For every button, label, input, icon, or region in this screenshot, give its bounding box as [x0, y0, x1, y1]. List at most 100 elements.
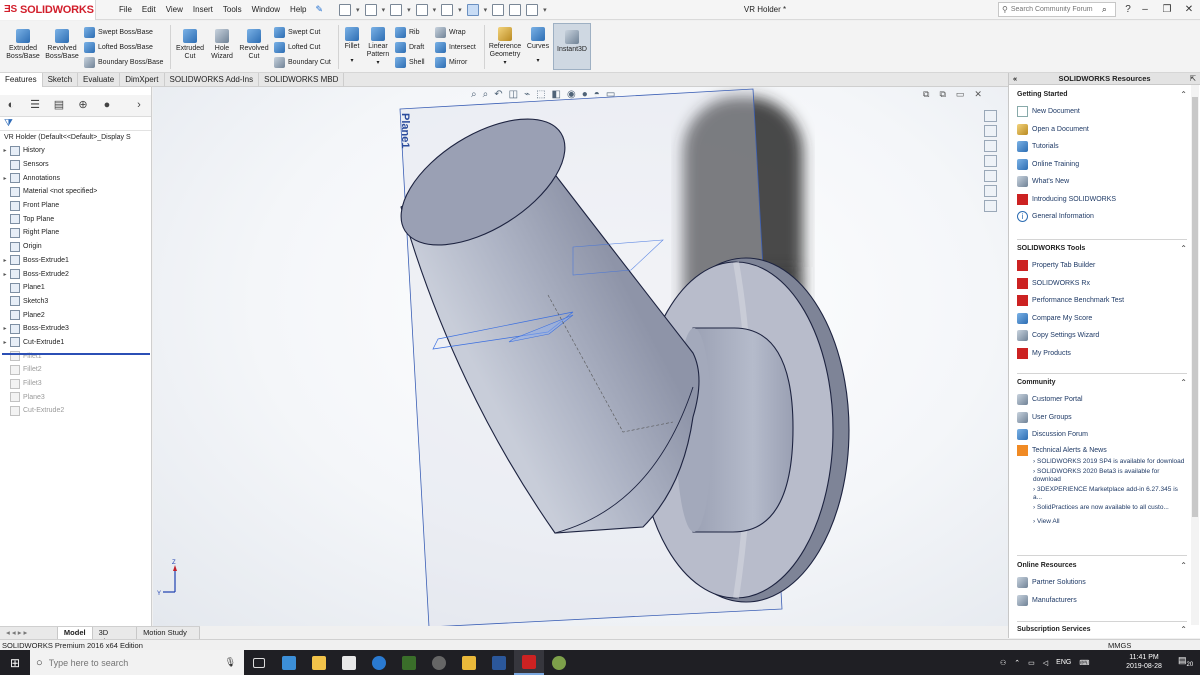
file-properties-icon[interactable]: [509, 3, 522, 16]
collapse-pane-icon[interactable]: «: [1013, 73, 1017, 85]
dimxpert-manager-icon[interactable]: ⊕: [76, 99, 90, 112]
link-performance-benchmark[interactable]: Performance Benchmark Test: [1017, 292, 1187, 310]
taskbar-search[interactable]: ○ 🎙: [30, 650, 244, 675]
show-hidden-icons[interactable]: ⌃: [1014, 659, 1020, 667]
boundary-boss-button[interactable]: Boundary Boss/Base: [84, 57, 163, 68]
photos-icon[interactable]: [454, 650, 484, 675]
news-item-4[interactable]: › SolidPractices are now available to al…: [1017, 504, 1187, 512]
view-orientation-icon[interactable]: ⬚: [536, 89, 545, 100]
extruded-boss-button[interactable]: Extruded Boss/Base: [4, 29, 42, 61]
maximize-button[interactable]: ❐: [1160, 3, 1174, 17]
link-compare-my-score[interactable]: Compare My Score: [1017, 310, 1187, 328]
save-icon[interactable]: [390, 3, 403, 16]
fillet-dropdown-icon[interactable]: ▾: [341, 57, 363, 65]
tree-root-part[interactable]: VR Holder (Default<<Default>_Display S: [0, 131, 151, 144]
revolved-cut-button[interactable]: Revolved Cut: [238, 29, 270, 61]
link-online-training[interactable]: Online Training: [1017, 156, 1187, 174]
link-discussion-forum[interactable]: Discussion Forum: [1017, 426, 1187, 444]
expand-arrow-icon[interactable]: ▸: [0, 257, 10, 264]
print-dropdown-icon[interactable]: ▾: [433, 6, 437, 14]
viewport-restore-icon[interactable]: ⧉: [923, 89, 929, 100]
display-manager-icon[interactable]: ●: [100, 99, 114, 112]
intersect-button[interactable]: Intersect: [435, 42, 476, 53]
pin-pane-icon[interactable]: ⇱: [1190, 73, 1196, 85]
viewport-tile-icon[interactable]: ⧉: [939, 89, 945, 100]
tab-evaluate[interactable]: Evaluate: [78, 73, 121, 87]
undo-icon[interactable]: [441, 3, 454, 16]
viewport-minimize-icon[interactable]: ▭: [956, 89, 965, 100]
expand-arrow-icon[interactable]: ▸: [0, 271, 10, 278]
taskbar-search-input[interactable]: [48, 657, 219, 668]
tab-3d-views[interactable]: 3D Views: [93, 627, 138, 646]
link-my-products[interactable]: My Products: [1017, 345, 1187, 363]
microphone-icon[interactable]: 🎙: [225, 657, 236, 668]
edit-appearance-icon[interactable]: ●: [582, 89, 588, 100]
clock[interactable]: 11:41 PM 2019-08-28: [1122, 653, 1166, 671]
select-dropdown-icon[interactable]: ▾: [484, 6, 488, 14]
menu-file[interactable]: File: [114, 5, 137, 14]
menu-edit[interactable]: Edit: [137, 5, 161, 14]
shell-button[interactable]: Shell: [395, 57, 425, 68]
select-icon[interactable]: [466, 3, 479, 16]
tree-item[interactable]: Plane1: [0, 281, 151, 295]
dreamweaver-icon[interactable]: [394, 650, 424, 675]
action-center-icon[interactable]: ▤20: [1178, 655, 1193, 668]
tree-item[interactable]: Fillet1: [0, 349, 151, 363]
linear-pattern-dropdown-icon[interactable]: ▾: [364, 59, 392, 67]
news-item-3[interactable]: › 3DEXPERIENCE Marketplace add-in 6.27.3…: [1017, 486, 1187, 502]
expand-arrow-icon[interactable]: ▸: [0, 147, 10, 154]
minimize-button[interactable]: –: [1138, 3, 1152, 17]
word-icon[interactable]: [484, 650, 514, 675]
edge-icon[interactable]: [364, 650, 394, 675]
link-whats-new[interactable]: What's New: [1017, 173, 1187, 191]
solidworks-logo[interactable]: ƎS SOLIDWORKS: [0, 0, 96, 20]
zoom-to-fit-icon[interactable]: ⌕: [471, 89, 477, 100]
rib-button[interactable]: Rib: [395, 27, 420, 38]
link-customer-portal[interactable]: Customer Portal: [1017, 391, 1187, 409]
search-community-forum[interactable]: ⚲ ⌕: [998, 2, 1116, 17]
view-all-link[interactable]: › View All: [1017, 518, 1187, 526]
tab-features[interactable]: Features: [0, 73, 43, 87]
curves-dropdown-icon[interactable]: ▾: [524, 57, 552, 65]
apply-scene-icon[interactable]: ◓: [594, 89, 600, 100]
options-icon[interactable]: [526, 3, 539, 16]
volume-icon[interactable]: ◁: [1043, 659, 1048, 667]
menu-view[interactable]: View: [161, 5, 188, 14]
rebuild-icon[interactable]: [492, 3, 505, 16]
tab-model[interactable]: Model: [57, 627, 93, 639]
new-dropdown-icon[interactable]: ▾: [356, 6, 360, 14]
featuremanager-tree-icon[interactable]: ◐: [4, 99, 18, 112]
link-copy-settings-wizard[interactable]: Copy Settings Wizard: [1017, 327, 1187, 345]
tab-sketch[interactable]: Sketch: [43, 73, 79, 87]
tree-item[interactable]: Plane3: [0, 390, 151, 404]
hole-wizard-button[interactable]: Hole Wizard: [206, 29, 238, 61]
open-dropdown-icon[interactable]: ▾: [382, 6, 386, 14]
pin-menu-icon[interactable]: ✎: [316, 4, 324, 15]
link-partner-solutions[interactable]: Partner Solutions: [1017, 574, 1187, 592]
model-view[interactable]: Plane1 Z Y: [153, 87, 1008, 626]
zoom-to-area-icon[interactable]: ⌕: [483, 89, 489, 100]
task-view-icon[interactable]: [244, 650, 274, 675]
menu-help[interactable]: Help: [285, 5, 311, 14]
collapse-section-icon[interactable]: ⌃: [1180, 561, 1187, 570]
lofted-cut-button[interactable]: Lofted Cut: [274, 42, 320, 53]
file-explorer-tab-icon[interactable]: [984, 140, 997, 152]
tree-item[interactable]: ▸ Boss-Extrude1: [0, 254, 151, 268]
xbox-icon[interactable]: [424, 650, 454, 675]
open-document-icon[interactable]: [364, 3, 377, 16]
file-explorer-icon[interactable]: [304, 650, 334, 675]
linear-pattern-button[interactable]: Linear Pattern ▾: [364, 27, 392, 67]
fillet-button[interactable]: Fillet ▾: [341, 27, 363, 65]
tree-item[interactable]: Front Plane: [0, 199, 151, 213]
link-general-information[interactable]: i General Information: [1017, 208, 1187, 226]
appearances-tab-icon[interactable]: [984, 170, 997, 182]
menu-insert[interactable]: Insert: [188, 5, 218, 14]
menu-tools[interactable]: Tools: [218, 5, 247, 14]
search-icon[interactable]: ⌕: [1102, 4, 1107, 15]
people-icon[interactable]: ⚇: [1000, 659, 1006, 667]
reference-geometry-dropdown-icon[interactable]: ▾: [487, 59, 523, 67]
tree-item[interactable]: Top Plane: [0, 212, 151, 226]
curves-button[interactable]: Curves ▾: [524, 27, 552, 65]
view-palette-tab-icon[interactable]: [984, 155, 997, 167]
link-technical-alerts[interactable]: Technical Alerts & News: [1017, 444, 1187, 458]
